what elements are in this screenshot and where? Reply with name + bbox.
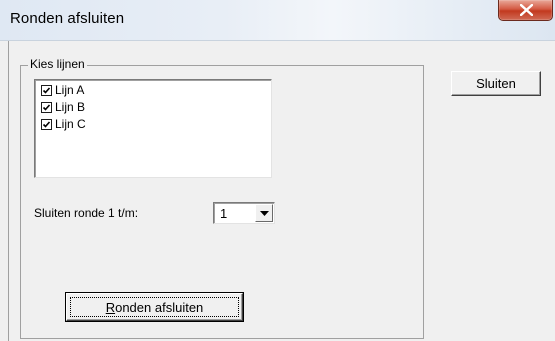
round-select-combobox[interactable]: 1 — [213, 202, 275, 224]
close-icon — [520, 4, 533, 16]
title-bar: Ronden afsluiten — [0, 0, 555, 41]
checkbox-lijn-c[interactable] — [41, 118, 52, 130]
checkbox-lijn-a[interactable] — [41, 84, 52, 96]
list-item-label: Lijn B — [55, 100, 86, 114]
list-item-lijn-b[interactable]: Lijn B — [41, 100, 85, 114]
finish-rounds-button[interactable]: Ronden afsluiten — [65, 292, 244, 322]
window-title: Ronden afsluiten — [10, 10, 125, 27]
checkbox-lijn-b[interactable] — [41, 101, 52, 113]
checkmark-icon — [42, 86, 51, 94]
close-button[interactable]: Sluiten — [451, 71, 541, 96]
list-item-lijn-a[interactable]: Lijn A — [41, 83, 84, 97]
finish-rounds-label: Ronden afsluiten — [106, 300, 204, 315]
round-select-value: 1 — [220, 206, 228, 221]
checkmark-icon — [42, 120, 51, 128]
window-close-button[interactable] — [498, 0, 553, 21]
chevron-down-icon — [260, 211, 269, 216]
list-item-lijn-c[interactable]: Lijn C — [41, 117, 86, 131]
list-item-label: Lijn A — [55, 83, 85, 97]
dropdown-button[interactable] — [255, 204, 273, 222]
list-item-label: Lijn C — [55, 117, 86, 131]
lines-listbox[interactable]: Lijn A Lijn B Lijn C — [34, 79, 272, 178]
groupbox-label: Kies lijnen — [28, 57, 87, 71]
label-rest: onden afsluiten — [115, 299, 204, 315]
checkmark-icon — [42, 103, 51, 111]
mnemonic-letter: R — [105, 299, 116, 315]
round-select-label: Sluiten ronde 1 t/m: — [34, 206, 139, 220]
